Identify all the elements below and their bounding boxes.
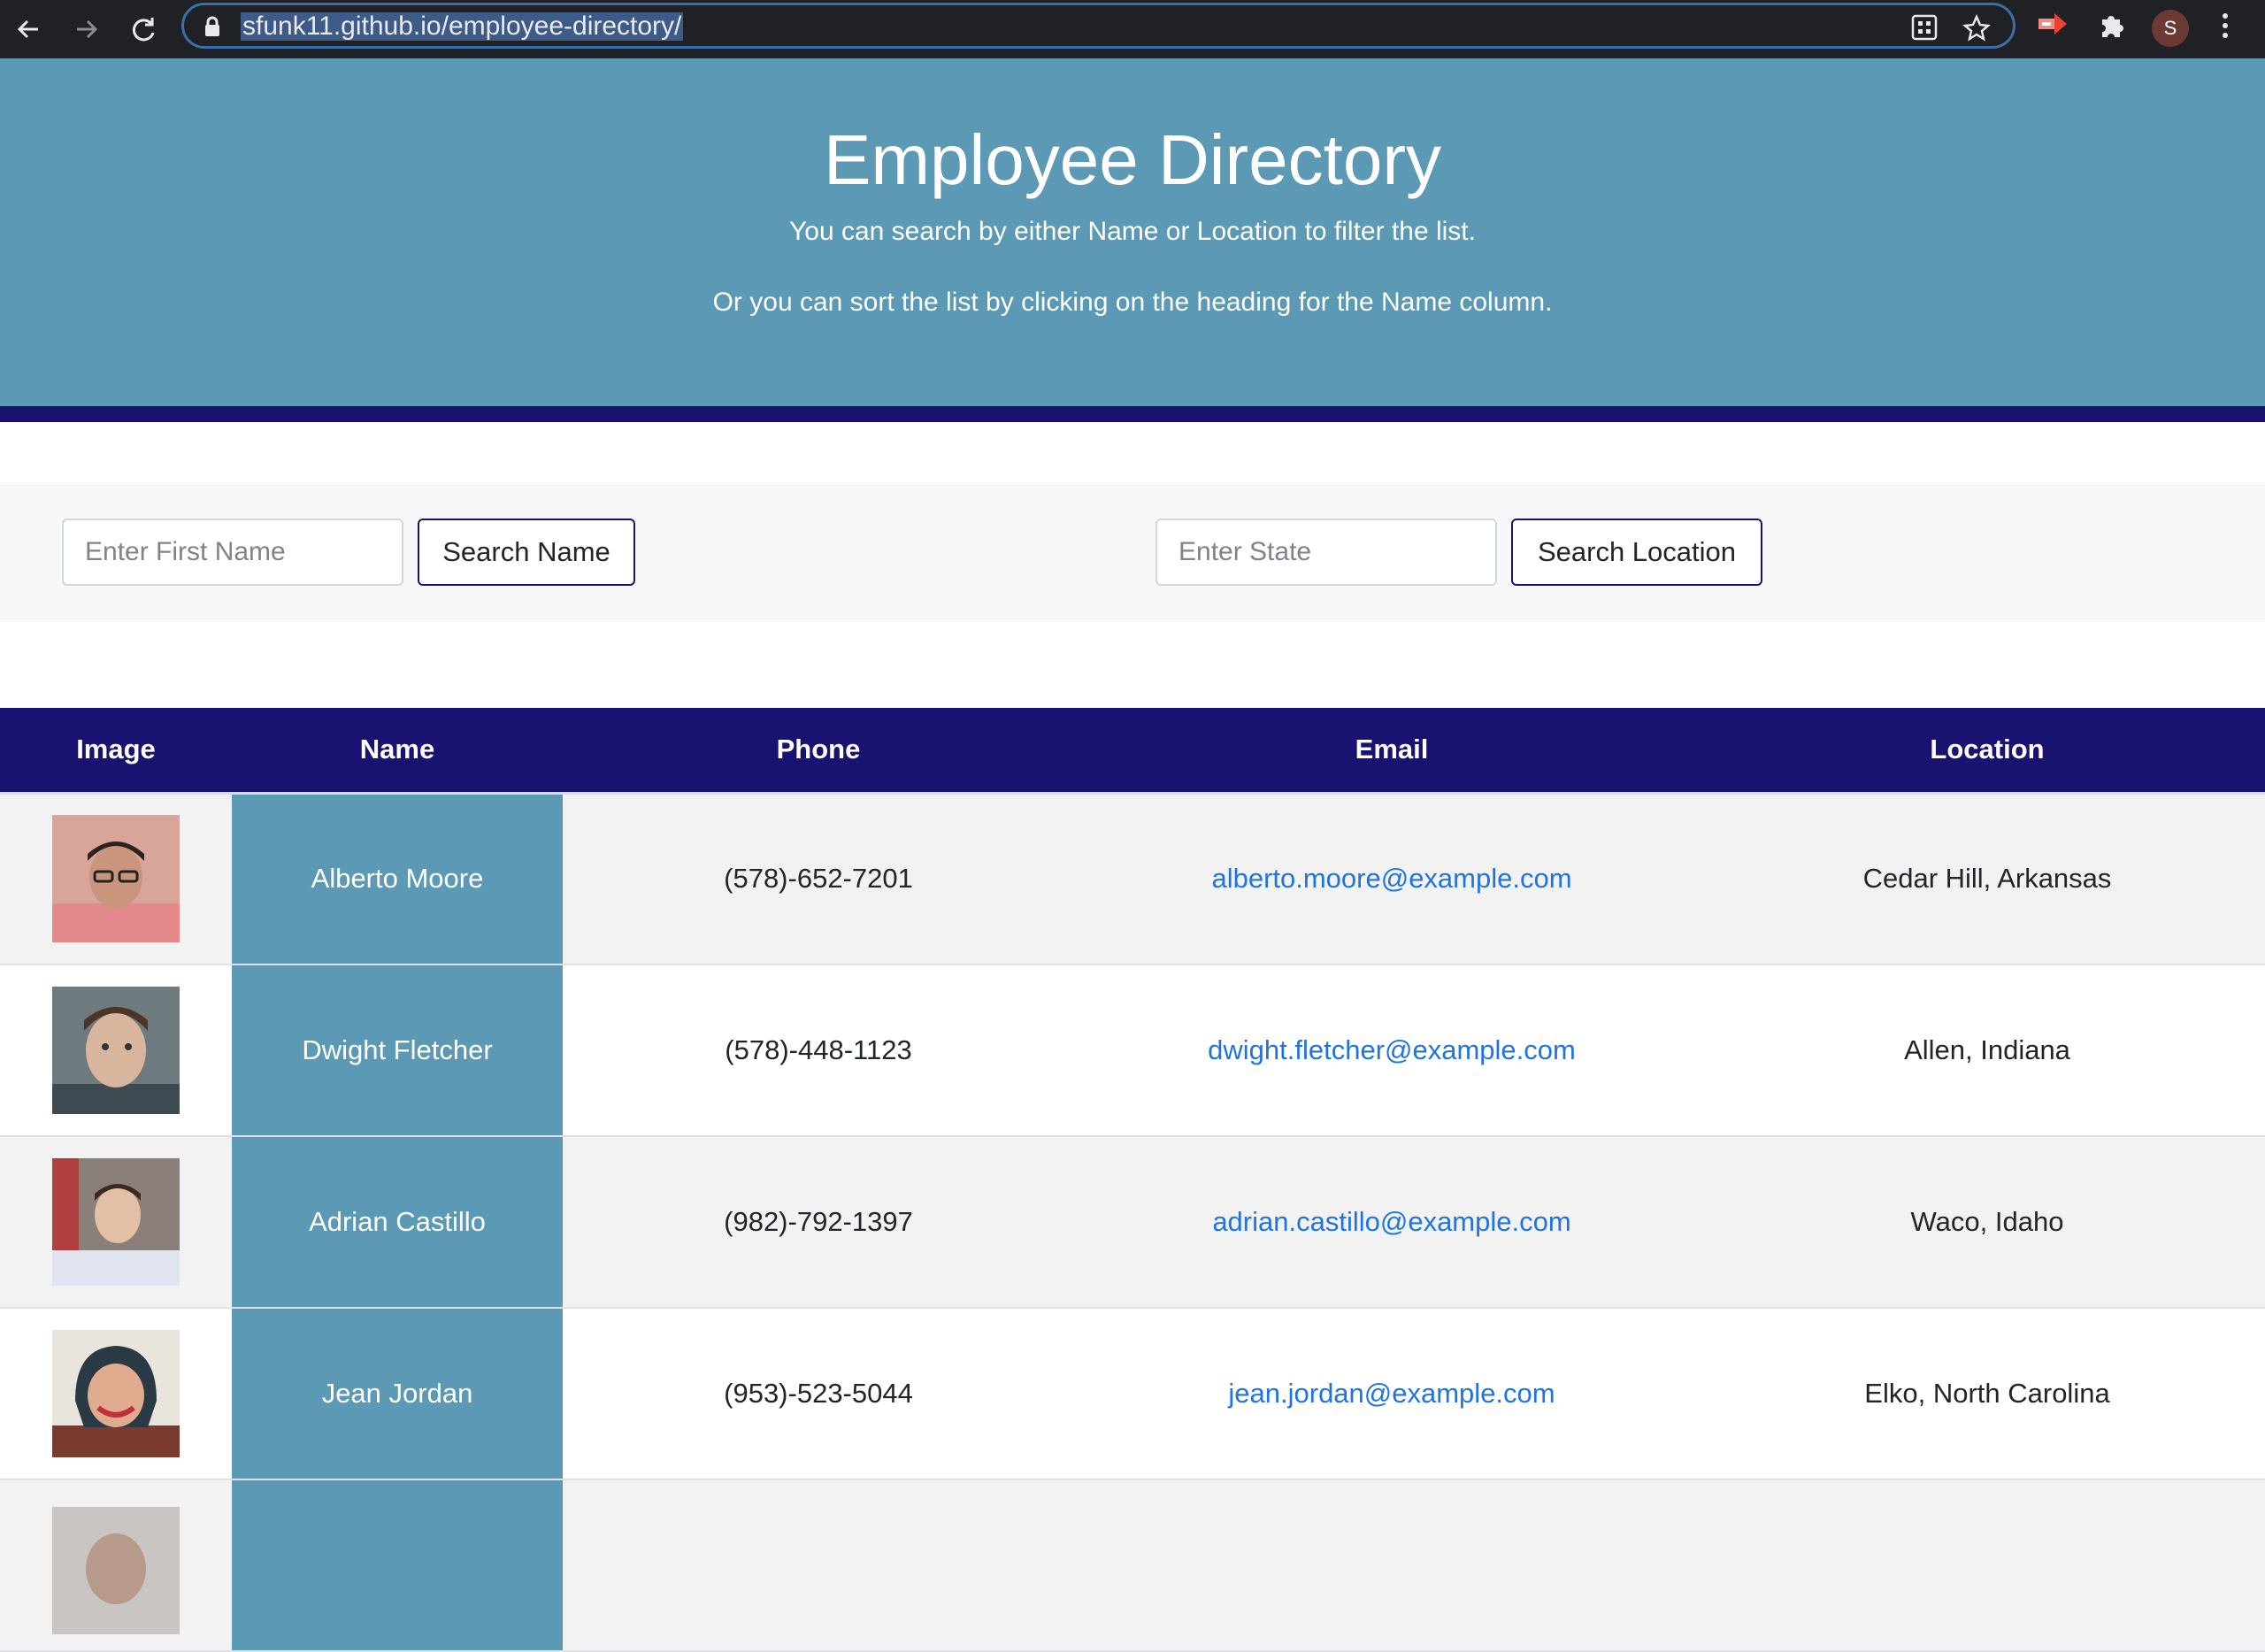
browser-toolbar: sfunk11.github.io/employee-directory/ S — [0, 0, 2265, 58]
column-header-email: Email — [1074, 708, 1709, 795]
header-divider — [0, 406, 2265, 422]
email-cell — [1074, 1479, 1709, 1652]
name-cell: Jean Jordan — [232, 1308, 563, 1480]
header-instructions-search: You can search by either Name or Locatio… — [789, 217, 1476, 246]
search-name-button[interactable]: Search Name — [418, 519, 635, 586]
forward-icon[interactable] — [69, 12, 104, 47]
location-cell: Allen, Indiana — [1709, 964, 2265, 1137]
image-cell — [0, 1479, 232, 1652]
table-row: Jean Jordan (953)-523-5044 jean.jordan@e… — [0, 1308, 2265, 1480]
back-icon[interactable] — [11, 12, 46, 47]
email-link[interactable]: adrian.castillo@example.com — [1212, 1206, 1570, 1237]
reload-icon[interactable] — [126, 12, 161, 47]
name-cell: Adrian Castillo — [232, 1136, 563, 1309]
phone-cell: (982)-792-1397 — [563, 1136, 1074, 1309]
table-header-row: Image Name Phone Email Location — [0, 708, 2265, 795]
employee-photo — [52, 1330, 180, 1457]
email-link[interactable]: jean.jordan@example.com — [1228, 1378, 1555, 1409]
email-cell: dwight.fletcher@example.com — [1074, 964, 1709, 1137]
location-cell: Elko, North Carolina — [1709, 1308, 2265, 1480]
location-cell — [1709, 1479, 2265, 1652]
page-title: Employee Directory — [823, 120, 1441, 199]
image-cell — [0, 1136, 232, 1309]
bookmark-star-icon[interactable] — [1962, 13, 1991, 47]
first-name-input[interactable] — [62, 519, 403, 586]
phone-cell: (578)-652-7201 — [563, 793, 1074, 965]
employee-photo — [52, 815, 180, 943]
table-row: Dwight Fletcher (578)-448-1123 dwight.fl… — [0, 964, 2265, 1137]
phone-cell — [563, 1479, 1074, 1652]
image-cell — [0, 793, 232, 965]
email-link[interactable]: dwight.fletcher@example.com — [1208, 1034, 1576, 1065]
employee-photo — [52, 987, 180, 1114]
table-row — [0, 1479, 2265, 1652]
email-cell: adrian.castillo@example.com — [1074, 1136, 1709, 1309]
url-text[interactable]: sfunk11.github.io/employee-directory/ — [241, 12, 684, 41]
search-location-button[interactable]: Search Location — [1511, 519, 1762, 586]
email-cell: jean.jordan@example.com — [1074, 1308, 1709, 1480]
employee-table: Image Name Phone Email Location Alberto … — [0, 708, 2265, 1652]
email-cell: alberto.moore@example.com — [1074, 793, 1709, 965]
email-link[interactable]: alberto.moore@example.com — [1211, 863, 1571, 894]
name-cell — [232, 1479, 563, 1652]
image-cell — [0, 1308, 232, 1480]
state-input[interactable] — [1156, 519, 1497, 586]
column-header-location: Location — [1709, 708, 2265, 795]
employee-photo — [52, 1507, 180, 1634]
extension-arrow-icon[interactable] — [2037, 11, 2069, 42]
phone-cell: (953)-523-5044 — [563, 1308, 1074, 1480]
location-cell: Waco, Idaho — [1709, 1136, 2265, 1309]
browser-menu-icon[interactable] — [2217, 11, 2233, 45]
name-cell: Alberto Moore — [232, 793, 563, 965]
column-header-name[interactable]: Name — [232, 708, 563, 795]
phone-cell: (578)-448-1123 — [563, 964, 1074, 1137]
address-bar[interactable]: sfunk11.github.io/employee-directory/ — [181, 3, 2015, 49]
page-header: Employee Directory You can search by eit… — [0, 58, 2265, 406]
location-cell: Cedar Hill, Arkansas — [1709, 793, 2265, 965]
column-header-image: Image — [0, 708, 232, 795]
profile-avatar[interactable]: S — [2152, 10, 2189, 47]
image-cell — [0, 964, 232, 1137]
employee-photo — [52, 1158, 180, 1286]
table-row: Adrian Castillo (982)-792-1397 adrian.ca… — [0, 1136, 2265, 1309]
column-header-phone: Phone — [563, 708, 1074, 795]
lock-icon — [203, 16, 221, 42]
search-bar: Search Name Search Location — [0, 482, 2265, 622]
table-row: Alberto Moore (578)-652-7201 alberto.moo… — [0, 793, 2265, 965]
extensions-puzzle-icon[interactable] — [2097, 11, 2125, 43]
qr-code-icon[interactable] — [1911, 14, 1938, 45]
name-cell: Dwight Fletcher — [232, 964, 563, 1137]
header-instructions-sort: Or you can sort the list by clicking on … — [712, 288, 1553, 317]
